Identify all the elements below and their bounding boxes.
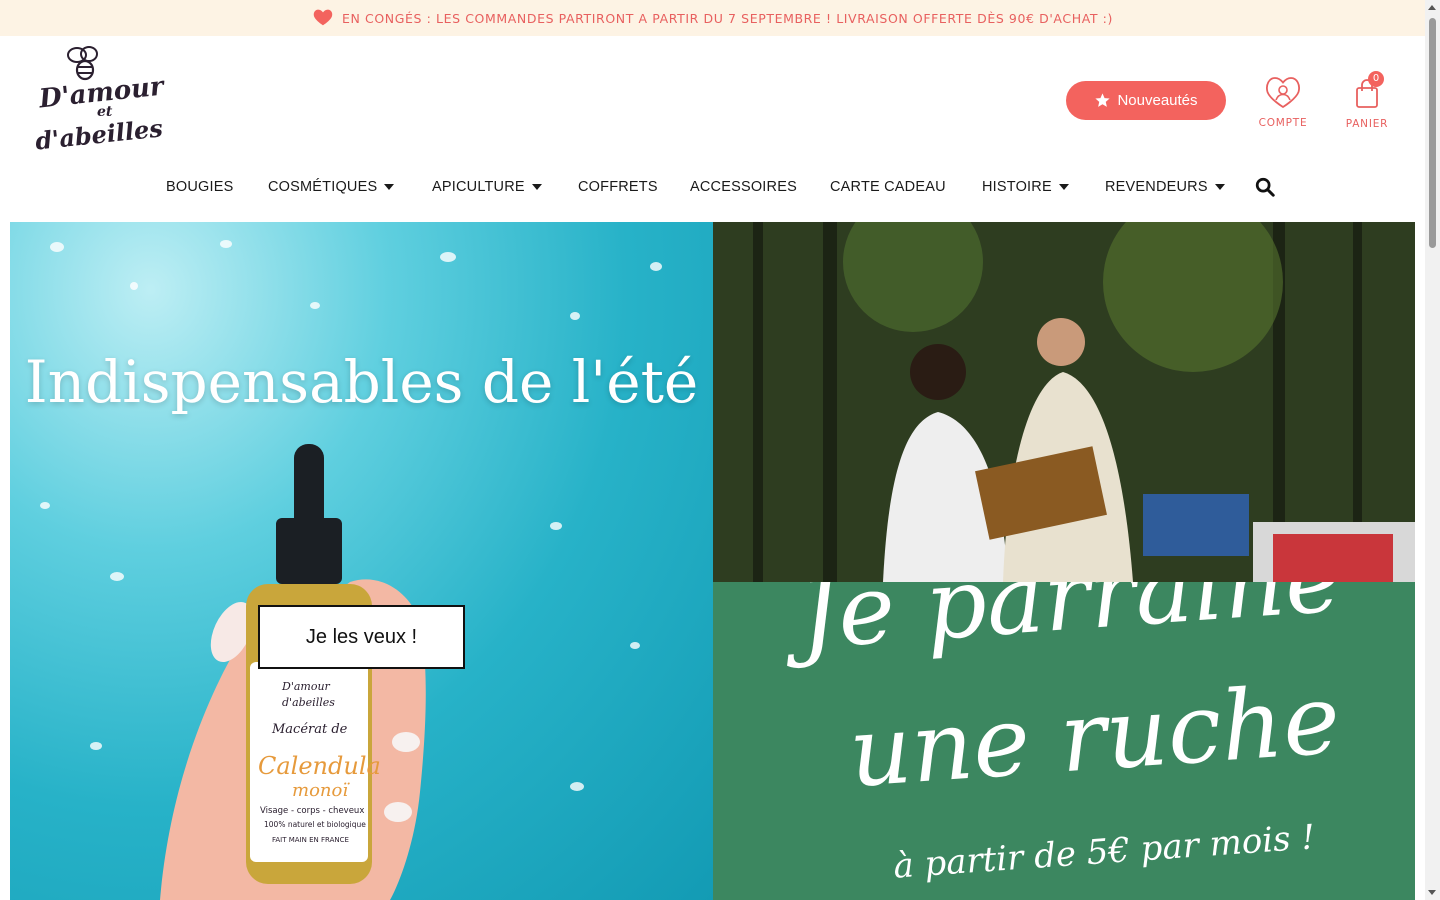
bottle-small-line-1: Visage - corps - cheveux (260, 806, 365, 816)
logo-line-2: et (97, 104, 113, 120)
calendula-oil-bottle-image (160, 444, 426, 900)
sponsor-title-line-1: Je parraine (795, 582, 1346, 671)
shop-now-button[interactable]: Je les veux ! (258, 605, 465, 669)
cart-count-badge: 0 (1368, 71, 1384, 87)
heart-user-icon (1266, 77, 1300, 109)
caret-down-icon (384, 184, 395, 191)
bottle-label-line-3: monoï (292, 780, 349, 801)
account-label: COMPTE (1258, 117, 1308, 129)
star-icon (1095, 93, 1111, 107)
nav-label: COSMÉTIQUES (268, 179, 378, 195)
bottle-label-line-2: Calendula (258, 752, 381, 780)
heart-icon (313, 9, 333, 26)
nav-label: COFFRETS (578, 179, 658, 195)
announcement-bar: EN CONGÉS : LES COMMANDES PARTIRONT A PA… (0, 0, 1425, 36)
nav-item-apiculture[interactable]: APICULTURE (432, 179, 542, 195)
caret-down-icon (531, 184, 542, 191)
bottle-brand-line-1: D'amour (282, 680, 330, 693)
account-link[interactable]: COMPTE (1256, 74, 1310, 129)
bottle-small-line-3: FAIT MAIN EN FRANCE (272, 836, 349, 844)
nav-label: CARTE CADEAU (830, 179, 946, 195)
bottle-brand-line-2: d'abeilles (282, 696, 335, 709)
scrollbar-thumb[interactable] (1429, 18, 1436, 248)
brand-logo[interactable]: D'amour et d'abeilles (33, 44, 165, 158)
new-arrivals-label: Nouveautés (1117, 92, 1198, 109)
scroll-down-arrow[interactable] (1428, 890, 1436, 895)
bee-icon (67, 46, 98, 81)
nav-item-revendeurs[interactable]: REVENDEURS (1105, 179, 1225, 195)
bottle-label-line-1: Macérat de (272, 722, 348, 737)
cart-label: PANIER (1345, 118, 1389, 130)
main-navigation: BOUGIES COSMÉTIQUES APICULTURE COFFRETS … (0, 172, 1425, 206)
nav-item-coffrets[interactable]: COFFRETS (578, 179, 658, 195)
beekeepers-photo[interactable] (713, 222, 1415, 582)
scroll-up-arrow[interactable] (1428, 5, 1436, 10)
nav-item-cosmetiques[interactable]: COSMÉTIQUES (268, 179, 395, 195)
summer-essentials-banner[interactable]: D'amour d'abeilles Macérat de Calendula … (10, 222, 713, 900)
search-icon[interactable] (1254, 176, 1276, 198)
nav-item-histoire[interactable]: HISTOIRE (982, 179, 1069, 195)
announcement-text: EN CONGÉS : LES COMMANDES PARTIRONT A PA… (342, 10, 1113, 26)
nav-item-bougies[interactable]: BOUGIES (166, 179, 233, 195)
nav-label: BOUGIES (166, 179, 234, 195)
nav-item-carte-cadeau[interactable]: CARTE CADEAU (830, 179, 946, 195)
nav-label: APICULTURE (432, 179, 525, 195)
cart-link[interactable]: 0 PANIER (1342, 71, 1392, 130)
new-arrivals-button[interactable]: Nouveautés (1066, 81, 1226, 120)
caret-down-icon (1058, 184, 1069, 191)
nav-label: ACCESSOIRES (690, 179, 797, 195)
hero-title: Indispensables de l'été (24, 348, 699, 416)
sponsor-hive-banner[interactable]: Je parraine une ruche à partir de 5€ par… (713, 582, 1415, 900)
sponsor-subtitle: à partir de 5€ par mois ! (892, 817, 1317, 887)
vertical-scrollbar[interactable] (1425, 0, 1440, 900)
nav-item-accessoires[interactable]: ACCESSOIRES (690, 179, 797, 195)
sponsor-title-line-2: une ruche (845, 663, 1344, 809)
bottle-small-line-2: 100% naturel et biologique (264, 820, 366, 829)
caret-down-icon (1214, 184, 1225, 191)
nav-label: REVENDEURS (1105, 179, 1208, 195)
nav-label: HISTOIRE (982, 179, 1052, 195)
beekeepers-image (713, 222, 1415, 582)
logo-line-3: d'abeilles (33, 113, 165, 156)
